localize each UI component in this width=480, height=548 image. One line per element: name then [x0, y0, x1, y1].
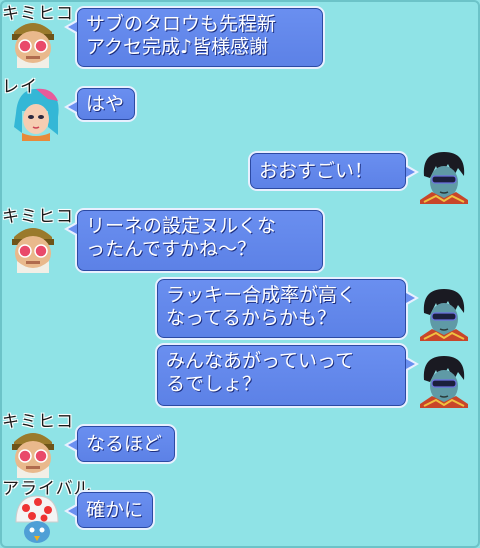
speaker-name: レイ — [2, 77, 38, 97]
chat-bubble: おおすごい！ — [248, 151, 419, 191]
chat-bubble: なるほど — [64, 424, 177, 464]
chat-bubble: サブのタロウも先程新 アクセ完成♪皆様感謝 — [64, 6, 325, 69]
self-avatar-icon[interactable] — [414, 350, 472, 408]
chat-window-frame — [0, 0, 480, 548]
self-avatar-icon[interactable] — [414, 146, 472, 204]
chat-bubble: ラッキー合成率が高く なってるからかも？ — [155, 277, 419, 340]
self-avatar-icon[interactable] — [414, 283, 472, 341]
chat-bubble: みんなあがっていって るでしょ？ — [155, 343, 419, 408]
chat-bubble: 確かに — [64, 490, 155, 530]
speaker-name: キミヒコ — [2, 412, 74, 432]
chat-bubble: はや — [64, 86, 137, 122]
chat-bubble: リーネの設定ヌルくな ったんですかね～？ — [64, 208, 325, 273]
